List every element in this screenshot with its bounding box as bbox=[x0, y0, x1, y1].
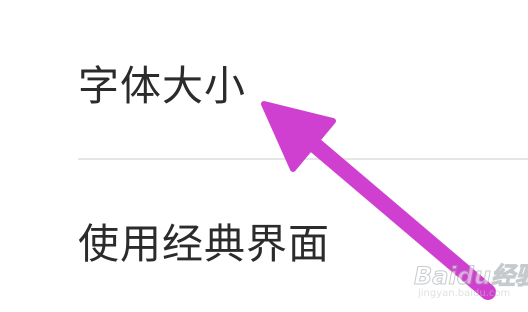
font-size-label: 字体大小 bbox=[78, 62, 246, 110]
baidu-jingyan-watermark: Baidu经验 jingyan.baidu.com bbox=[396, 248, 528, 306]
settings-screen: 字体大小 使用经典界面 Baidu经验 jingyan.baidu.com bbox=[0, 0, 528, 312]
watermark-url: jingyan.baidu.com bbox=[418, 288, 511, 299]
divider bbox=[78, 158, 528, 160]
watermark-brand: Baidu经验 bbox=[414, 262, 528, 291]
classic-interface-label: 使用经典界面 bbox=[78, 220, 330, 268]
font-size-setting-item[interactable]: 字体大小 bbox=[0, 40, 528, 132]
